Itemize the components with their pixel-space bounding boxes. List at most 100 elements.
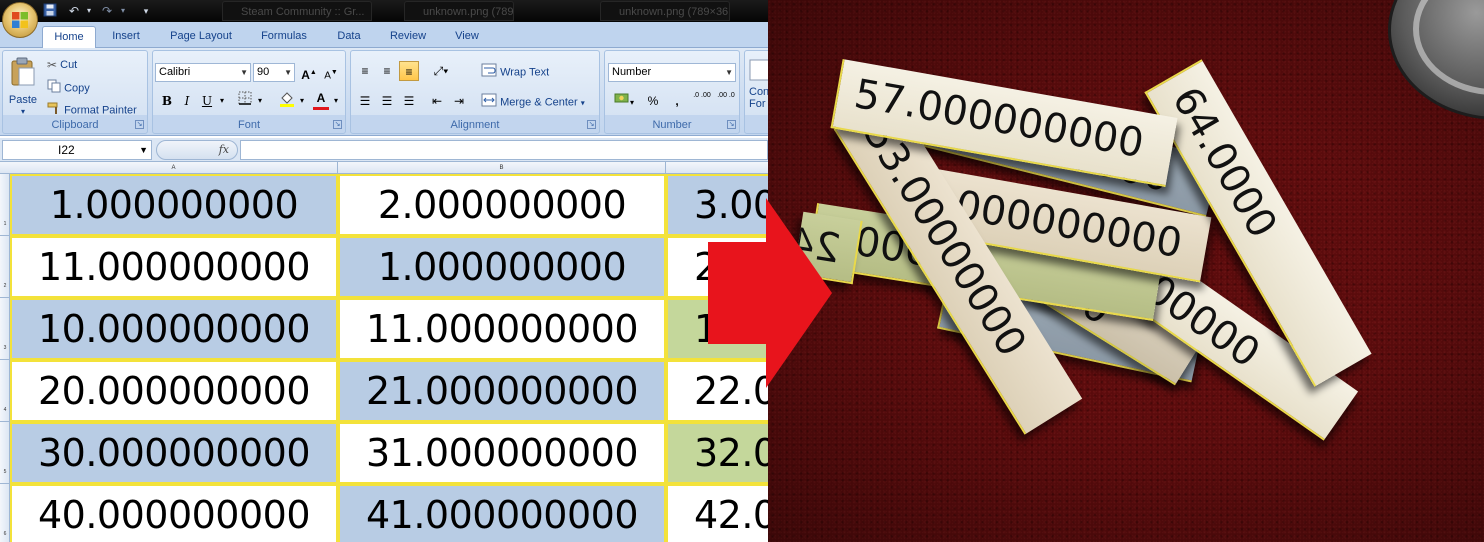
- insert-function-button[interactable]: fx: [156, 140, 238, 160]
- tab-insert[interactable]: Insert: [102, 26, 150, 48]
- cell-r3-c1[interactable]: 10.000000000: [10, 298, 338, 360]
- decrease-indent-button[interactable]: ⇤: [427, 91, 447, 111]
- wrap-text-button[interactable]: Wrap Text: [481, 63, 549, 82]
- row-header-1[interactable]: 1: [0, 174, 10, 236]
- undo-icon[interactable]: ↶: [64, 3, 84, 19]
- borders-dropdown-icon[interactable]: ▾: [255, 91, 265, 111]
- tab-formulas[interactable]: Formulas: [252, 26, 316, 48]
- tab-page-layout[interactable]: Page Layout: [162, 26, 240, 48]
- number-launcher-icon[interactable]: ↘: [727, 120, 736, 129]
- row-headers: 1 2 3 4 5 6: [0, 174, 10, 542]
- cell-r4-c2[interactable]: 21.000000000: [338, 360, 666, 422]
- conditional-formatting-button[interactable]: Con For: [749, 59, 768, 121]
- cell-r5-c1[interactable]: 30.000000000: [10, 422, 338, 484]
- office-button[interactable]: [2, 2, 38, 38]
- browser-tab-3[interactable]: unknown.png (789×361): [600, 1, 730, 21]
- increase-indent-icon: ⇥: [453, 94, 465, 108]
- save-icon[interactable]: [42, 3, 58, 19]
- bold-button[interactable]: B: [157, 91, 177, 111]
- font-color-button[interactable]: A: [311, 91, 331, 111]
- accounting-format-button[interactable]: ▾: [609, 91, 639, 111]
- tab-view[interactable]: View: [446, 26, 488, 48]
- align-left-button[interactable]: ☰: [355, 91, 375, 111]
- ribbon-tabs: Home Insert Page Layout Formulas Data Re…: [0, 22, 768, 48]
- align-bottom-button[interactable]: ≡: [399, 61, 419, 81]
- increase-decimal-button[interactable]: .0 .00: [691, 91, 713, 111]
- cell-r1-c2[interactable]: 2.000000000: [338, 174, 666, 236]
- formula-bar: I22 ▼ fx: [0, 138, 768, 162]
- right-arrow-icon: [708, 198, 832, 388]
- borders-button[interactable]: [235, 91, 255, 111]
- orientation-button[interactable]: ⤢▾: [427, 61, 455, 81]
- column-header-a[interactable]: A: [10, 162, 338, 174]
- cut-label: Cut: [60, 59, 78, 71]
- redo-icon[interactable]: ↷: [98, 3, 116, 19]
- tab-data[interactable]: Data: [328, 26, 370, 48]
- copy-icon: [47, 79, 61, 98]
- cell-r2-c2[interactable]: 1.000000000: [338, 236, 666, 298]
- column-header-b[interactable]: B: [338, 162, 666, 174]
- align-center-button[interactable]: ☰: [377, 91, 397, 111]
- cell-r6-c2[interactable]: 41.000000000: [338, 484, 666, 542]
- office-logo-icon: [12, 12, 28, 28]
- align-top-button[interactable]: ≡: [355, 61, 375, 81]
- row-header-2[interactable]: 2: [0, 236, 10, 298]
- customize-qat-icon[interactable]: ▾: [140, 3, 152, 19]
- row-header-5[interactable]: 5: [0, 422, 10, 484]
- undo-dropdown-icon[interactable]: ▾: [84, 3, 94, 19]
- cell-r1-c1[interactable]: 1.000000000: [10, 174, 338, 236]
- cell-r3-c2[interactable]: 11.000000000: [338, 298, 666, 360]
- cell-r6-c3[interactable]: 42.0: [666, 484, 768, 542]
- wrap-text-label: Wrap Text: [500, 66, 550, 79]
- decrease-decimal-button[interactable]: .00 .0: [715, 91, 737, 111]
- column-header-c[interactable]: [666, 162, 768, 174]
- underline-dropdown-icon[interactable]: ▾: [217, 91, 227, 111]
- underline-button[interactable]: U: [197, 91, 217, 111]
- clipboard-launcher-icon[interactable]: ↘: [135, 120, 144, 129]
- font-size-combo[interactable]: 90 ▼: [253, 63, 295, 82]
- tab-home[interactable]: Home: [42, 26, 96, 48]
- cell-r5-c2[interactable]: 31.000000000: [338, 422, 666, 484]
- merge-icon: [481, 93, 497, 112]
- copy-button[interactable]: Copy: [47, 79, 90, 98]
- browser-tab-1[interactable]: Steam Community :: Gr...: [222, 1, 372, 21]
- format-painter-button[interactable]: Format Painter: [47, 101, 137, 120]
- fill-dropdown-icon[interactable]: ▾: [297, 91, 307, 111]
- formula-input[interactable]: [240, 140, 768, 160]
- increase-indent-button[interactable]: ⇥: [449, 91, 469, 111]
- shrink-font-button[interactable]: A▼: [321, 63, 341, 83]
- row-header-6[interactable]: 6: [0, 484, 10, 542]
- browser-tab-2[interactable]: unknown.png (789×361): [404, 1, 514, 21]
- cut-button[interactable]: ✂ Cut: [47, 57, 77, 73]
- percent-style-button[interactable]: %: [643, 91, 663, 111]
- grow-font-button[interactable]: A▲: [299, 63, 319, 83]
- fill-color-button[interactable]: [277, 91, 297, 111]
- wrap-text-icon: [481, 63, 497, 82]
- cell-r6-c1[interactable]: 40.000000000: [10, 484, 338, 542]
- merge-dropdown-icon[interactable]: ▾: [581, 98, 585, 107]
- redo-dropdown-icon[interactable]: ▾: [118, 3, 128, 19]
- tab-review[interactable]: Review: [382, 26, 434, 48]
- cell-r2-c1[interactable]: 11.000000000: [10, 236, 338, 298]
- font-name-combo[interactable]: Calibri ▼: [155, 63, 251, 82]
- name-box-value: I22: [58, 143, 75, 157]
- chevron-down-icon: ▼: [284, 68, 292, 77]
- merge-center-button[interactable]: Merge & Center ▾: [481, 93, 585, 112]
- font-color-dropdown-icon[interactable]: ▾: [331, 91, 341, 111]
- italic-button[interactable]: I: [177, 91, 197, 111]
- row-header-4[interactable]: 4: [0, 360, 10, 422]
- cell-r5-c3[interactable]: 32.0: [666, 422, 768, 484]
- comma-style-button[interactable]: ,: [667, 91, 687, 111]
- align-middle-button[interactable]: ≡: [377, 61, 397, 81]
- number-format-combo[interactable]: Number ▼: [608, 63, 736, 82]
- paste-button[interactable]: Paste ▾: [7, 57, 39, 116]
- align-right-button[interactable]: ☰: [399, 91, 419, 111]
- alignment-launcher-icon[interactable]: ↘: [587, 120, 596, 129]
- name-box[interactable]: I22 ▼: [2, 140, 152, 160]
- font-launcher-icon[interactable]: ↘: [333, 120, 342, 129]
- row-header-3[interactable]: 3: [0, 298, 10, 360]
- clipboard-group-label: Clipboard: [51, 119, 99, 131]
- styles-label-1: Con: [749, 86, 768, 98]
- font-size-value: 90: [257, 66, 270, 78]
- cell-r4-c1[interactable]: 20.000000000: [10, 360, 338, 422]
